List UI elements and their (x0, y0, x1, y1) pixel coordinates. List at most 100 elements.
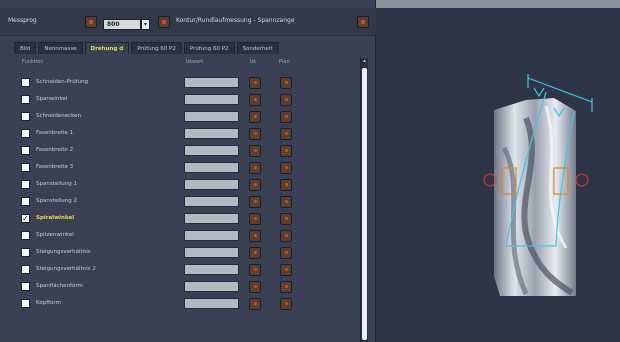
row-value-field[interactable] (184, 94, 239, 105)
record-icon[interactable] (249, 94, 261, 106)
row-value-field[interactable] (184, 230, 239, 241)
record-icon[interactable] (249, 230, 261, 242)
row-label: Kopfform (36, 300, 61, 306)
row-label: Spanstellung 1 (36, 181, 78, 187)
record-icon[interactable] (249, 128, 261, 140)
row-checkbox[interactable] (21, 180, 30, 189)
row-value-field[interactable] (184, 162, 239, 173)
record-icon[interactable] (280, 77, 292, 89)
record-icon[interactable] (280, 145, 292, 157)
record-icon[interactable] (249, 213, 261, 225)
column-header-ist: Ist (250, 59, 257, 65)
chevron-down-icon[interactable]: ▾ (141, 19, 150, 30)
row-value-field[interactable] (184, 145, 239, 156)
record-icon[interactable] (280, 281, 292, 293)
row-label: Spanstellung 2 (36, 198, 78, 204)
list-item: Schneiden-Prüfung (18, 74, 358, 91)
record-icon[interactable] (249, 77, 261, 89)
row-checkbox[interactable] (21, 78, 30, 87)
row-value-field[interactable] (184, 77, 239, 88)
row-value-field[interactable] (184, 196, 239, 207)
record-icon[interactable] (249, 179, 261, 191)
row-label: Spitzenwinkel (36, 232, 74, 238)
row-checkbox[interactable] (21, 299, 30, 308)
row-label: Spanflächenform (36, 283, 83, 289)
record-icon[interactable] (249, 264, 261, 276)
row-checkbox[interactable] (21, 95, 30, 104)
parameter-list: Schneiden-Prüfung Spanwinkel Schneidenecke… (18, 74, 358, 312)
list-item: ✓ Spiralwinkel (18, 210, 358, 227)
record-icon[interactable] (249, 298, 261, 310)
list-item: Spitzenwinkel (18, 227, 358, 244)
list-item: Steigungsverhältnis (18, 244, 358, 261)
row-value-field[interactable] (184, 298, 239, 309)
row-checkbox[interactable]: ✓ (21, 214, 30, 223)
record-icon[interactable] (158, 16, 170, 28)
record-icon[interactable] (280, 111, 292, 123)
close-record-icon[interactable] (357, 16, 369, 28)
record-icon[interactable] (280, 247, 292, 259)
tab-pruefung-1[interactable]: Prüfung 60 P2 (131, 42, 182, 54)
record-icon[interactable] (249, 162, 261, 174)
row-value-field[interactable] (184, 213, 239, 224)
record-icon[interactable] (249, 196, 261, 208)
row-checkbox[interactable] (21, 248, 30, 257)
record-icon[interactable] (85, 16, 97, 28)
record-icon[interactable] (280, 94, 292, 106)
row-checkbox[interactable] (21, 265, 30, 274)
record-icon[interactable] (249, 145, 261, 157)
list-item: Spanstellung 1 (18, 176, 358, 193)
record-icon[interactable] (249, 281, 261, 293)
list-item: Fasenbreite 3 (18, 159, 358, 176)
row-label: Fasenbreite 1 (36, 130, 74, 136)
tab-pruefung-2[interactable]: Prüfung 60 P2 (183, 42, 235, 54)
column-header-value: Istwert (186, 59, 204, 65)
chevron-up-icon[interactable]: ▴ (361, 58, 368, 65)
row-checkbox[interactable] (21, 231, 30, 240)
list-item: Fasenbreite 2 (18, 142, 358, 159)
row-checkbox[interactable] (21, 146, 30, 155)
row-value-field[interactable] (184, 179, 239, 190)
record-icon[interactable] (280, 162, 292, 174)
row-value-field[interactable] (184, 264, 239, 275)
row-label: Schneiden-Prüfung (36, 79, 89, 85)
record-icon[interactable] (280, 179, 292, 191)
list-item: Spanflächenform (18, 278, 358, 295)
tab-bild[interactable]: Bild (14, 42, 37, 54)
row-value-field[interactable] (184, 281, 239, 292)
record-icon[interactable] (280, 298, 292, 310)
row-label: Steigungsverhältnis 2 (36, 266, 96, 272)
panel-title: Messprog (8, 17, 37, 24)
tab-nennmasse[interactable]: Nennmasse (38, 42, 83, 54)
tab-bar: Bild Nennmasse Drehung d Prüfung 60 P2 P… (14, 42, 279, 54)
row-checkbox[interactable] (21, 163, 30, 172)
record-icon[interactable] (280, 264, 292, 276)
list-item: Spanwinkel (18, 91, 358, 108)
column-header-plan: Plan (279, 59, 290, 65)
record-icon[interactable] (280, 128, 292, 140)
row-checkbox[interactable] (21, 282, 30, 291)
drill-preview-viewer (483, 74, 593, 296)
record-icon[interactable] (280, 213, 292, 225)
row-checkbox[interactable] (21, 197, 30, 206)
row-checkbox[interactable] (21, 112, 30, 121)
panel-header: Messprog 800 ▾ Kontur/Rundlaufmessung - … (0, 8, 376, 36)
record-icon[interactable] (249, 111, 261, 123)
row-label: Spiralwinkel (36, 215, 75, 221)
record-icon[interactable] (280, 230, 292, 242)
row-checkbox[interactable] (21, 129, 30, 138)
tab-drehung[interactable]: Drehung d (84, 42, 130, 54)
row-value-field[interactable] (184, 111, 239, 122)
tab-sonderheit[interactable]: Sonderheit (236, 42, 279, 54)
program-select[interactable]: 800 (103, 19, 141, 30)
scrollbar-thumb[interactable] (362, 68, 367, 340)
row-label: Fasenbreite 2 (36, 147, 74, 153)
row-value-field[interactable] (184, 128, 239, 139)
record-icon[interactable] (249, 247, 261, 259)
record-icon[interactable] (280, 196, 292, 208)
column-header-name: Funktion (22, 59, 44, 65)
scrollbar[interactable]: ▴ (360, 58, 368, 342)
row-value-field[interactable] (184, 247, 239, 258)
panel-subtitle: Kontur/Rundlaufmessung - Spannzange (176, 17, 295, 24)
row-label: Fasenbreite 3 (36, 164, 74, 170)
